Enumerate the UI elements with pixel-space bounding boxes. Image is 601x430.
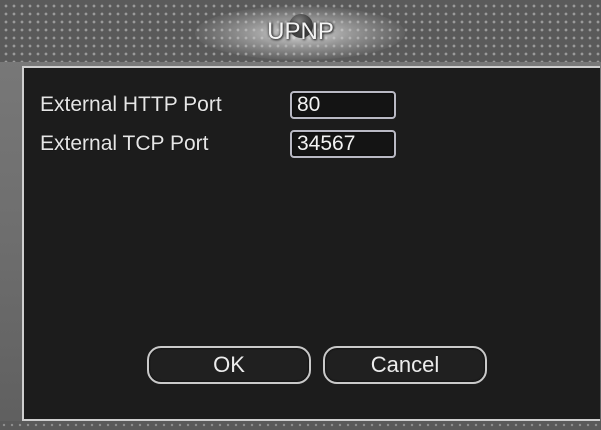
- cancel-button[interactable]: Cancel: [323, 346, 487, 384]
- upnp-dialog: UPNP External HTTP Port External TCP Por…: [0, 0, 601, 430]
- dialog-bottom-edge: [0, 421, 601, 430]
- tcp-port-row: External TCP Port: [40, 129, 396, 159]
- http-port-row: External HTTP Port: [40, 90, 396, 120]
- http-port-input[interactable]: [290, 91, 396, 119]
- dialog-titlebar[interactable]: UPNP: [0, 0, 601, 62]
- tcp-port-input[interactable]: [290, 130, 396, 158]
- tcp-port-label: External TCP Port: [40, 132, 209, 155]
- dialog-title: UPNP: [267, 18, 334, 45]
- ok-button[interactable]: OK: [147, 346, 311, 384]
- http-port-label: External HTTP Port: [40, 93, 222, 116]
